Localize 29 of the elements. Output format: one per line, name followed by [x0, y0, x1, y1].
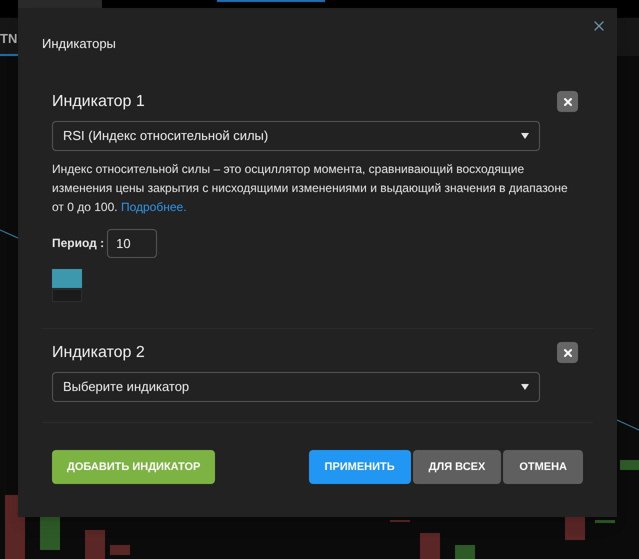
chart-line: [0, 230, 18, 238]
candlestick: [420, 533, 440, 559]
close-icon: [562, 96, 574, 108]
period-field[interactable]: 10: [107, 228, 158, 258]
dialog-button[interactable]: ОТМЕНА: [503, 450, 583, 484]
candlestick: [85, 530, 105, 559]
candlestick: [455, 545, 475, 559]
candlestick: [390, 520, 410, 522]
candlestick: [595, 520, 615, 523]
indicator-title: Индикатор 1: [52, 92, 145, 112]
dialog-button[interactable]: ДЛЯ ВСЕХ: [412, 450, 502, 484]
color-swatch[interactable]: [52, 288, 82, 302]
candlestick: [110, 545, 130, 555]
indicator-description: Индекс относительной силы – это осциллятор момента, сравнивающий восходящие изменения цены закрытия с нисходящими изменениями и выдающий значения в диапазоне от 0 до 100. Подробнее.: [52, 160, 569, 216]
remove-button[interactable]: [557, 91, 578, 112]
chart-line: [616, 420, 639, 430]
more-link[interactable]: Подробнее.: [120, 200, 187, 214]
color-swatch[interactable]: [52, 268, 82, 288]
close-icon: [562, 346, 574, 358]
candlestick: [620, 460, 639, 470]
indicator-select[interactable]: Выберите индикатор: [52, 372, 540, 402]
indicator-title: Индикатор 2: [52, 342, 145, 362]
caret-icon: [521, 382, 529, 390]
remove-button[interactable]: [557, 342, 578, 363]
tab-label[interactable]: TN: [0, 29, 18, 48]
caret-icon: [521, 132, 529, 140]
period-label: Период :: [52, 235, 104, 252]
dialog-title: Индикаторы: [42, 35, 116, 53]
indicator-select[interactable]: RSI (Индекс относительной силы): [52, 120, 540, 150]
